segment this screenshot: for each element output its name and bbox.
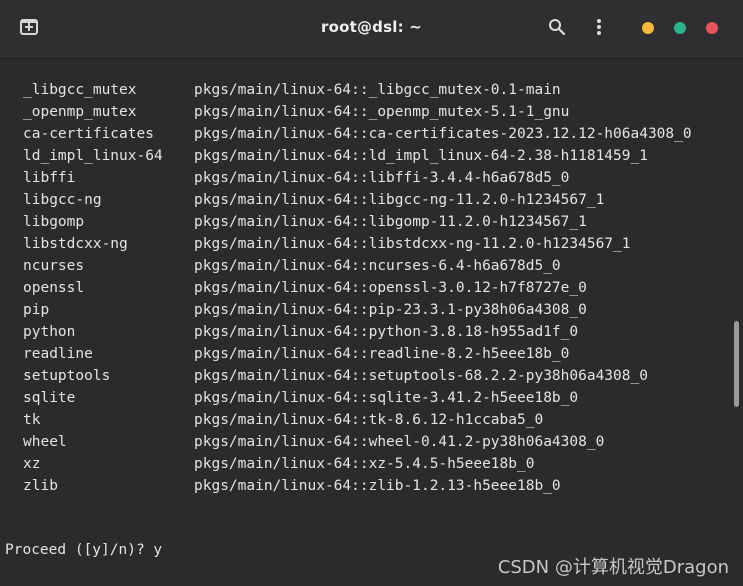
maximize-button[interactable] [674, 22, 686, 34]
package-spec: pkgs/main/linux-64::_libgcc_mutex-0.1-ma… [194, 82, 561, 98]
package-name: libgomp [23, 214, 85, 230]
package-spec: pkgs/main/linux-64::ca-certificates-2023… [194, 126, 692, 142]
scrollbar-thumb[interactable] [734, 321, 739, 407]
package-name: tk [23, 412, 41, 428]
package-spec: pkgs/main/linux-64::readline-8.2-h5eee18… [194, 346, 570, 362]
package-spec: pkgs/main/linux-64::python-3.8.18-h955ad… [194, 324, 579, 340]
package-spec: pkgs/main/linux-64::wheel-0.41.2-py38h06… [194, 434, 605, 450]
package-spec: pkgs/main/linux-64::xz-5.4.5-h5eee18b_0 [194, 456, 535, 472]
package-name: libstdcxx-ng [23, 236, 128, 252]
package-name: libgcc-ng [23, 192, 102, 208]
package-spec: pkgs/main/linux-64::ncurses-6.4-h6a678d5… [194, 258, 561, 274]
package-spec: pkgs/main/linux-64::tk-8.6.12-h1ccaba5_0 [194, 412, 544, 428]
package-name: ca-certificates [23, 126, 154, 142]
proceed-prompt: Proceed ([y]/n)? y [5, 542, 163, 558]
package-name: setuptools [23, 368, 111, 384]
package-name: _libgcc_mutex [23, 82, 137, 98]
minimize-button[interactable] [642, 22, 654, 34]
package-name: libffi [23, 170, 76, 186]
terminal-window: root@dsl: ~ _libgcc_mutex pkgs/main/linu… [0, 0, 743, 586]
package-name: ncurses [23, 258, 85, 274]
package-name: pip [23, 302, 50, 318]
terminal-output[interactable]: _libgcc_mutex pkgs/main/linux-64::_libgcc… [0, 59, 743, 586]
package-name: xz [23, 456, 41, 472]
package-name: openssl [23, 280, 85, 296]
package-name: zlib [23, 478, 58, 494]
search-button[interactable] [542, 14, 572, 44]
search-icon [548, 18, 566, 41]
package-name: python [23, 324, 76, 340]
package-spec: pkgs/main/linux-64::_openmp_mutex-5.1-1_… [194, 104, 570, 120]
package-spec: pkgs/main/linux-64::libgomp-11.2.0-h1234… [194, 214, 587, 230]
package-spec: pkgs/main/linux-64::ld_impl_linux-64-2.3… [194, 148, 648, 164]
title-bar: root@dsl: ~ [0, 0, 743, 59]
package-spec: pkgs/main/linux-64::pip-23.3.1-py38h06a4… [194, 302, 587, 318]
package-spec: pkgs/main/linux-64::setuptools-68.2.2-py… [194, 368, 648, 384]
package-spec: pkgs/main/linux-64::zlib-1.2.13-h5eee18b… [194, 478, 561, 494]
package-name: ld_impl_linux-64 [23, 148, 163, 164]
kebab-menu-icon [596, 18, 602, 41]
package-spec: pkgs/main/linux-64::openssl-3.0.12-h7f87… [194, 280, 587, 296]
window-title: root@dsl: ~ [321, 18, 422, 36]
package-spec: pkgs/main/linux-64::sqlite-3.41.2-h5eee1… [194, 390, 579, 406]
package-spec: pkgs/main/linux-64::libgcc-ng-11.2.0-h12… [194, 192, 605, 208]
package-name: _openmp_mutex [23, 104, 137, 120]
package-spec: pkgs/main/linux-64::libffi-3.4.4-h6a678d… [194, 170, 570, 186]
watermark: CSDN @计算机视觉Dragon [497, 557, 729, 578]
package-name: wheel [23, 434, 67, 450]
package-spec: pkgs/main/linux-64::libstdcxx-ng-11.2.0-… [194, 236, 631, 252]
package-name: sqlite [23, 390, 76, 406]
menu-button[interactable] [584, 14, 614, 44]
close-button[interactable] [706, 22, 718, 34]
package-name: readline [23, 346, 93, 362]
